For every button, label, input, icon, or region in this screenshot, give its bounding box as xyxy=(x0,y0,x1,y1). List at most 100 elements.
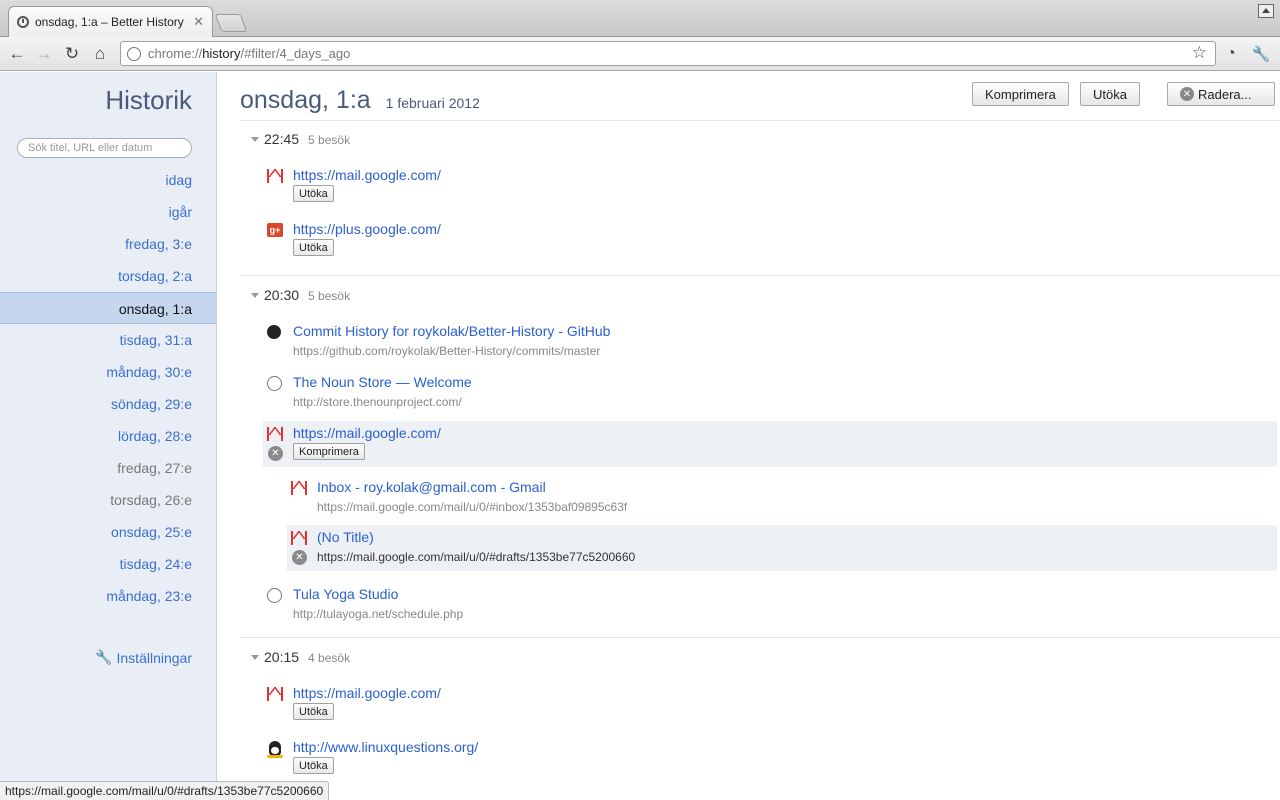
sidebar-day-item[interactable]: lördag, 28:e xyxy=(0,420,216,452)
sidebar-day-item[interactable]: idag xyxy=(0,164,216,196)
visit-item-expanded: https://mail.google.com/ ✕ Komprimera xyxy=(263,421,1277,467)
time-slot-header[interactable]: 20:15 4 besök xyxy=(251,649,350,665)
sidebar-day-item[interactable]: tisdag, 24:e xyxy=(0,548,216,580)
sidebar-day-item[interactable]: fredag, 3:e xyxy=(0,228,216,260)
visit-item: Tula Yoga Studio http://tulayoga.net/sch… xyxy=(263,582,1277,628)
delete-button[interactable]: ✕ Radera... xyxy=(1167,82,1275,106)
sidebar-day-item[interactable]: söndag, 29:e xyxy=(0,388,216,420)
url-path: /#filter/4_days_ago xyxy=(240,46,351,61)
sidebar-title: Historik xyxy=(105,85,192,115)
visit-url: http://store.thenounproject.com/ xyxy=(293,395,462,409)
window-maximize-icon[interactable] xyxy=(1258,4,1274,18)
settings-label: Inställningar xyxy=(116,649,193,666)
sidebar-day-item[interactable]: torsdag, 26:e xyxy=(0,484,216,516)
collapse-triangle-icon xyxy=(251,293,259,298)
slot-time: 20:30 xyxy=(264,287,300,303)
expand-button[interactable]: Utöka xyxy=(1080,82,1140,106)
collapse-triangle-icon xyxy=(251,655,259,660)
gmail-icon xyxy=(267,687,283,701)
visit-item: The Noun Store — Welcome http://store.th… xyxy=(263,370,1277,416)
sidebar-day-item[interactable]: måndag, 30:e xyxy=(0,356,216,388)
tab-title: onsdag, 1:a – Better History xyxy=(35,15,184,29)
visit-title[interactable]: https://mail.google.com/ xyxy=(293,685,441,701)
remove-visit-icon[interactable]: ✕ xyxy=(292,550,307,565)
google-plus-icon: g+ xyxy=(267,223,283,237)
time-slot-header[interactable]: 20:30 5 besök xyxy=(251,287,350,303)
compress-button[interactable]: Komprimera xyxy=(972,82,1069,106)
tab-strip: onsdag, 1:a – Better History ✕ xyxy=(0,0,1280,37)
sidebar-day-item[interactable]: tisdag, 31:a xyxy=(0,324,216,356)
sidebar-day-item[interactable]: torsdag, 2:a xyxy=(0,260,216,292)
status-bar: https://mail.google.com/mail/u/0/#drafts… xyxy=(0,781,330,800)
visit-item: http://www.linuxquestions.org/ Utöka xyxy=(263,735,1277,781)
visit-title[interactable]: http://www.linuxquestions.org/ xyxy=(293,739,478,755)
gmail-icon xyxy=(291,531,307,545)
search-input[interactable] xyxy=(17,138,192,158)
main-content: onsdag, 1:a 1 februari 2012 Komprimera U… xyxy=(218,72,1280,800)
new-tab-button[interactable] xyxy=(214,14,248,32)
visit-title[interactable]: Commit History for roykolak/Better-Histo… xyxy=(293,323,610,339)
history-extension-icon[interactable]: ◔ xyxy=(1220,43,1242,65)
forward-arrow-icon[interactable]: → xyxy=(33,43,55,65)
day-list: idag igår fredag, 3:e torsdag, 2:a onsda… xyxy=(0,164,216,612)
visit-item: https://mail.google.com/ Utöka xyxy=(263,163,1277,209)
expand-visit-button[interactable]: Utöka xyxy=(293,703,334,720)
page-info-globe-icon[interactable] xyxy=(127,46,141,61)
slot-visit-count: 5 besök xyxy=(308,133,351,147)
divider xyxy=(240,275,1280,276)
wrench-menu-icon[interactable]: 🔧 xyxy=(1250,43,1272,65)
visit-title[interactable]: https://plus.google.com/ xyxy=(293,221,441,237)
sidebar-day-item[interactable]: onsdag, 25:e xyxy=(0,516,216,548)
visit-title[interactable]: Tula Yoga Studio xyxy=(293,586,398,602)
delete-label: Radera... xyxy=(1198,86,1252,102)
sidebar: Historik idag igår fredag, 3:e torsdag, … xyxy=(0,72,217,800)
compress-visit-button[interactable]: Komprimera xyxy=(293,443,365,460)
wrench-icon: 🔧 xyxy=(95,649,113,665)
sidebar-day-item[interactable]: fredag, 27:e xyxy=(0,452,216,484)
expand-visit-button[interactable]: Utöka xyxy=(293,185,334,202)
tux-icon xyxy=(267,741,283,758)
divider xyxy=(240,637,1280,638)
visit-item: g+ https://plus.google.com/ Utöka xyxy=(263,217,1277,263)
slot-time: 22:45 xyxy=(264,131,300,147)
remove-visit-icon[interactable]: ✕ xyxy=(268,446,283,461)
visit-url: https://mail.google.com/mail/u/0/#inbox/… xyxy=(317,500,628,514)
address-bar[interactable]: chrome://history/#filter/4_days_ago ☆ xyxy=(120,41,1216,66)
browser-toolbar: ← → ↻ ⌂ chrome://history/#filter/4_days_… xyxy=(0,37,1280,71)
grouped-visit-item: Inbox - roy.kolak@gmail.com - Gmail http… xyxy=(287,475,1277,521)
visit-title[interactable]: Inbox - roy.kolak@gmail.com - Gmail xyxy=(317,479,546,495)
browser-tab[interactable]: onsdag, 1:a – Better History ✕ xyxy=(8,6,213,37)
sidebar-day-item[interactable]: igår xyxy=(0,196,216,228)
slot-time: 20:15 xyxy=(264,649,300,665)
grouped-visit-item: (No Title) ✕ https://mail.google.com/mai… xyxy=(287,525,1277,571)
bookmark-star-icon[interactable]: ☆ xyxy=(1192,43,1207,63)
visit-url: http://tulayoga.net/schedule.php xyxy=(293,607,464,621)
reload-icon[interactable]: ↻ xyxy=(61,43,83,65)
settings-link[interactable]: 🔧 Inställningar xyxy=(95,649,192,666)
github-icon xyxy=(267,325,281,339)
gmail-icon xyxy=(267,427,283,441)
delete-x-icon: ✕ xyxy=(1180,87,1194,101)
globe-icon xyxy=(267,376,282,391)
visit-item: https://mail.google.com/ Utöka xyxy=(263,681,1277,727)
visit-title[interactable]: The Noun Store — Welcome xyxy=(293,374,472,390)
collapse-triangle-icon xyxy=(251,137,259,142)
gmail-icon xyxy=(267,169,283,183)
visit-title[interactable]: (No Title) xyxy=(317,529,374,545)
back-arrow-icon[interactable]: ← xyxy=(6,43,28,65)
history-clock-icon xyxy=(17,16,29,28)
page-header: onsdag, 1:a 1 februari 2012 xyxy=(240,86,480,115)
visit-url: https://mail.google.com/mail/u/0/#drafts… xyxy=(317,550,636,564)
tab-close-icon[interactable]: ✕ xyxy=(193,14,204,30)
url-scheme: chrome:// xyxy=(148,46,203,61)
sidebar-day-item[interactable]: måndag, 23:e xyxy=(0,580,216,612)
home-icon[interactable]: ⌂ xyxy=(89,43,111,65)
expand-visit-button[interactable]: Utöka xyxy=(293,239,334,256)
expand-visit-button[interactable]: Utöka xyxy=(293,757,334,774)
globe-icon xyxy=(267,588,282,603)
visit-title[interactable]: https://mail.google.com/ xyxy=(293,425,441,441)
time-slot-header[interactable]: 22:45 5 besök xyxy=(251,131,350,147)
gmail-icon xyxy=(291,481,307,495)
visit-title[interactable]: https://mail.google.com/ xyxy=(293,167,441,183)
sidebar-day-item-selected[interactable]: onsdag, 1:a xyxy=(0,292,216,324)
